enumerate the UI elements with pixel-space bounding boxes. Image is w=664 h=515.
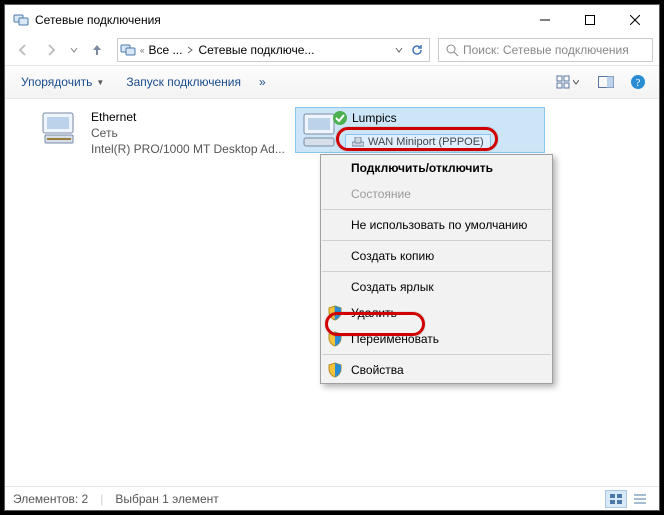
menu-properties[interactable]: Свойства (321, 357, 552, 383)
crumb-chevron[interactable] (186, 46, 194, 54)
view-mode-split-button[interactable] (547, 71, 587, 93)
refresh-button[interactable] (407, 43, 427, 57)
status-bar: Элементов: 2 | Выбран 1 элемент (5, 486, 659, 510)
item-name: Ethernet (91, 109, 285, 125)
help-button[interactable]: ? (625, 71, 651, 93)
menu-copy[interactable]: Создать копию (321, 243, 552, 269)
network-item-ethernet[interactable]: Ethernet Сеть Intel(R) PRO/1000 MT Deskt… (35, 107, 285, 159)
dialup-icon (300, 110, 348, 150)
back-button[interactable] (11, 38, 35, 62)
menu-nodefault[interactable]: Не использовать по умолчанию (321, 212, 552, 238)
toolbar: Упорядочить▼ Запуск подключения » ? (5, 65, 659, 99)
item-line2: Сеть (91, 125, 285, 141)
item-name: Lumpics (352, 110, 397, 126)
miniport-label: WAN Miniport (PPPOE) (345, 134, 491, 150)
address-bar[interactable]: « Все ... Сетевые подключе... (117, 38, 430, 62)
menu-state: Состояние (321, 181, 552, 207)
shield-icon (327, 362, 343, 378)
search-placeholder: Поиск: Сетевые подключения (463, 43, 629, 57)
status-selected: Выбран 1 элемент (115, 492, 218, 506)
history-dropdown[interactable] (67, 38, 81, 62)
context-menu: Подключить/отключить Состояние Не исполь… (320, 154, 553, 384)
minimize-button[interactable] (522, 6, 567, 34)
start-connection-button[interactable]: Запуск подключения (118, 71, 249, 93)
search-input[interactable]: Поиск: Сетевые подключения (438, 38, 653, 62)
view-details[interactable] (629, 490, 651, 508)
preview-pane-button[interactable] (593, 71, 619, 93)
crumb-sep: « (140, 46, 144, 55)
titlebar: Сетевые подключения (5, 5, 659, 35)
maximize-button[interactable] (567, 6, 612, 34)
shield-icon (327, 331, 343, 347)
search-icon (445, 43, 459, 57)
menu-delete[interactable]: Удалить (321, 300, 552, 326)
breadcrumb-1[interactable]: Все ... (148, 43, 182, 57)
overflow-button[interactable]: » (255, 71, 270, 93)
close-button[interactable] (612, 6, 657, 34)
breadcrumb-2[interactable]: Сетевые подключе... (198, 43, 314, 57)
network-icon (13, 12, 29, 28)
menu-connect[interactable]: Подключить/отключить (321, 155, 552, 181)
view-large-icons[interactable] (605, 490, 627, 508)
up-button[interactable] (85, 38, 109, 62)
organize-button[interactable]: Упорядочить▼ (13, 71, 112, 93)
menu-rename[interactable]: Переименовать (321, 326, 552, 352)
forward-button[interactable] (39, 38, 63, 62)
network-connections-window: { "window": { "title": "Сетевые подключе… (4, 4, 660, 511)
address-dropdown[interactable] (395, 46, 403, 54)
ethernet-icon (39, 109, 87, 149)
shield-icon (327, 305, 343, 321)
phone-icon (352, 137, 364, 147)
navigation-bar: « Все ... Сетевые подключе... Поиск: Сет… (5, 35, 659, 65)
svg-text:?: ? (636, 77, 641, 89)
menu-shortcut[interactable]: Создать ярлык (321, 274, 552, 300)
status-elements: Элементов: 2 (13, 492, 88, 506)
content-area[interactable]: Ethernet Сеть Intel(R) PRO/1000 MT Deskt… (5, 99, 659, 485)
item-line3: Intel(R) PRO/1000 MT Desktop Ad... (91, 141, 285, 157)
network-folder-icon (120, 42, 136, 58)
window-title: Сетевые подключения (35, 13, 522, 27)
